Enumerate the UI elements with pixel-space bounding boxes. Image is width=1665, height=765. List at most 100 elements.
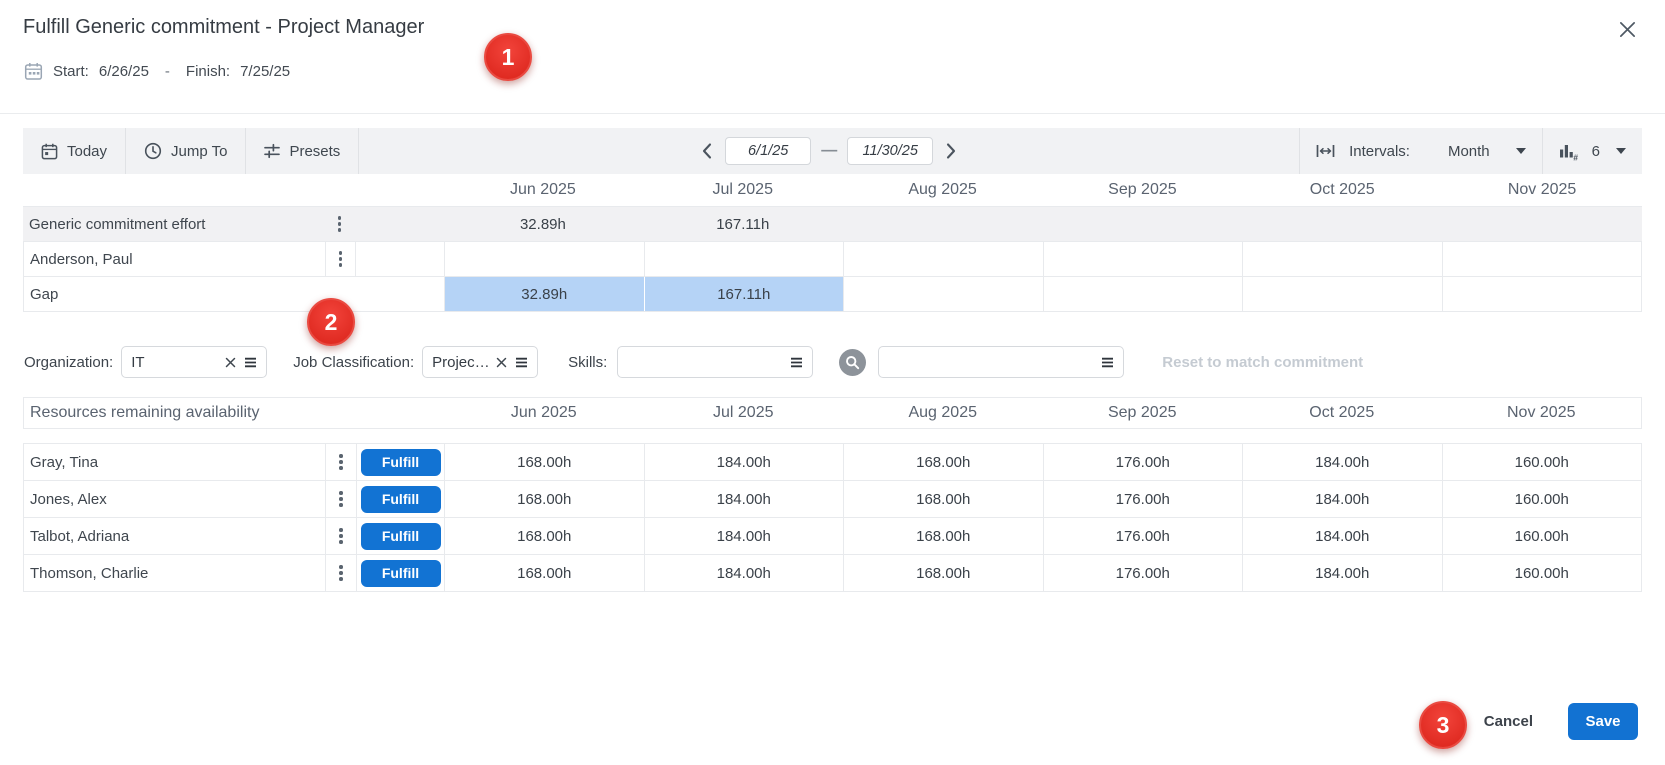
month-header: Nov 2025 xyxy=(1442,181,1642,199)
resource-filters: Organization: IT Job Classification: Pro… xyxy=(24,346,1634,378)
availability-cell: 160.00h xyxy=(1442,555,1642,591)
availability-cell: 184.00h xyxy=(644,481,844,517)
list-lines-icon xyxy=(515,357,528,368)
resource-search-list-button[interactable] xyxy=(1101,357,1114,368)
commitment-date-range: Start: 6/26/25 - Finish: 7/25/25 xyxy=(24,62,290,81)
job-classification-value: Projec… xyxy=(432,354,488,371)
today-label: Today xyxy=(67,143,107,160)
list-lines-icon xyxy=(790,357,803,368)
month-header: Aug 2025 xyxy=(843,404,1043,422)
row-menu-button[interactable] xyxy=(333,450,349,474)
effort-cell xyxy=(1242,242,1442,276)
calendar-today-icon xyxy=(41,143,58,160)
effort-cell xyxy=(1042,207,1242,241)
timeline-toolbar: Today Jump To Presets — xyxy=(23,128,1642,174)
availability-cell: 168.00h xyxy=(444,518,644,554)
presets-label: Presets xyxy=(289,143,340,160)
availability-cell: 160.00h xyxy=(1442,518,1642,554)
annotation-badge-3: 3 xyxy=(1419,701,1467,749)
organization-label: Organization: xyxy=(24,354,113,371)
availability-cell: 176.00h xyxy=(1043,481,1243,517)
row-menu-button[interactable] xyxy=(333,524,349,548)
annotation-badge-1: 1 xyxy=(484,33,532,81)
start-date: 6/26/25 xyxy=(99,63,149,80)
organization-input[interactable]: IT xyxy=(121,346,267,378)
job-classification-label: Job Classification: xyxy=(293,354,414,371)
fulfill-button[interactable]: Fulfill xyxy=(361,560,441,587)
calendar-icon xyxy=(24,62,43,81)
header-divider xyxy=(0,113,1665,114)
availability-cell: 176.00h xyxy=(1043,444,1243,480)
chevron-left-icon xyxy=(701,142,713,160)
resource-search-input[interactable] xyxy=(878,346,1124,378)
cancel-button[interactable]: Cancel xyxy=(1484,713,1533,730)
month-header: Jul 2025 xyxy=(644,404,844,422)
skills-list-button[interactable] xyxy=(790,357,803,368)
fulfill-button[interactable]: Fulfill xyxy=(361,523,441,550)
row-menu-button[interactable] xyxy=(332,212,348,236)
organization-list-button[interactable] xyxy=(244,357,257,368)
row-menu-button[interactable] xyxy=(333,247,349,271)
availability-cell: 176.00h xyxy=(1043,555,1243,591)
availability-cell: 168.00h xyxy=(843,555,1043,591)
job-classification-clear-button[interactable] xyxy=(496,357,507,368)
availability-cell: 168.00h xyxy=(843,444,1043,480)
availability-cell: 184.00h xyxy=(1242,444,1442,480)
interval-width-icon xyxy=(1316,144,1335,158)
fulfill-button[interactable]: Fulfill xyxy=(361,449,441,476)
row-menu-button[interactable] xyxy=(333,561,349,585)
range-separator: - xyxy=(165,63,170,80)
availability-cell: 160.00h xyxy=(1442,444,1642,480)
interval-unit-value: Month xyxy=(1448,143,1490,160)
row-menu-button[interactable] xyxy=(333,487,349,511)
range-end-input[interactable] xyxy=(847,137,933,165)
effort-cell xyxy=(1442,207,1642,241)
annotation-badge-2: 2 xyxy=(307,298,355,346)
reset-to-match-commitment-link[interactable]: Reset to match commitment xyxy=(1162,354,1363,371)
skills-label: Skills: xyxy=(568,354,607,371)
range-start-input[interactable] xyxy=(725,137,811,165)
interval-count-section: # 6 xyxy=(1542,128,1642,174)
availability-cell: 184.00h xyxy=(1242,481,1442,517)
fulfill-commitment-dialog: Fulfill Generic commitment - Project Man… xyxy=(0,0,1665,765)
search-icon xyxy=(845,355,860,370)
today-button[interactable]: Today xyxy=(23,128,126,174)
month-header: Jun 2025 xyxy=(444,404,644,422)
organization-clear-button[interactable] xyxy=(225,357,236,368)
availability-cell: 168.00h xyxy=(444,481,644,517)
gap-cell: 32.89h xyxy=(444,277,644,311)
job-classification-input[interactable]: Projec… xyxy=(422,346,538,378)
jump-to-button[interactable]: Jump To xyxy=(126,128,246,174)
clear-x-icon xyxy=(225,357,236,368)
row-label: Generic commitment effort xyxy=(23,216,324,233)
interval-unit-select[interactable]: Month xyxy=(1448,143,1526,160)
presets-button[interactable]: Presets xyxy=(246,128,359,174)
interval-count-select[interactable]: 6 xyxy=(1592,143,1626,160)
month-header: Jul 2025 xyxy=(643,181,843,199)
availability-cell: 184.00h xyxy=(644,518,844,554)
search-button[interactable] xyxy=(839,349,866,376)
fulfill-button[interactable]: Fulfill xyxy=(361,486,441,513)
availability-cell: 184.00h xyxy=(644,444,844,480)
skills-input[interactable] xyxy=(617,346,813,378)
job-classification-list-button[interactable] xyxy=(515,357,528,368)
assigned-resource-row: Anderson, Paul xyxy=(23,242,1642,277)
month-header: Sep 2025 xyxy=(1043,404,1243,422)
availability-cell: 168.00h xyxy=(843,481,1043,517)
previous-period-button[interactable] xyxy=(699,140,715,162)
intervals-section: Intervals: Month xyxy=(1299,128,1542,174)
next-period-button[interactable] xyxy=(943,140,959,162)
interval-controls: Intervals: Month # 6 xyxy=(1299,128,1642,174)
effort-cell xyxy=(1242,207,1442,241)
availability-cell: 184.00h xyxy=(1242,555,1442,591)
organization-value: IT xyxy=(131,354,217,371)
availability-cell: 168.00h xyxy=(843,518,1043,554)
effort-cell xyxy=(444,242,644,276)
svg-text:#: # xyxy=(1573,152,1578,160)
resource-name: Jones, Alex xyxy=(24,491,325,508)
close-button[interactable] xyxy=(1612,14,1642,44)
save-button[interactable]: Save xyxy=(1568,703,1638,740)
month-header: Oct 2025 xyxy=(1242,181,1442,199)
caret-down-icon xyxy=(1616,148,1626,154)
gap-cell xyxy=(1043,277,1243,311)
